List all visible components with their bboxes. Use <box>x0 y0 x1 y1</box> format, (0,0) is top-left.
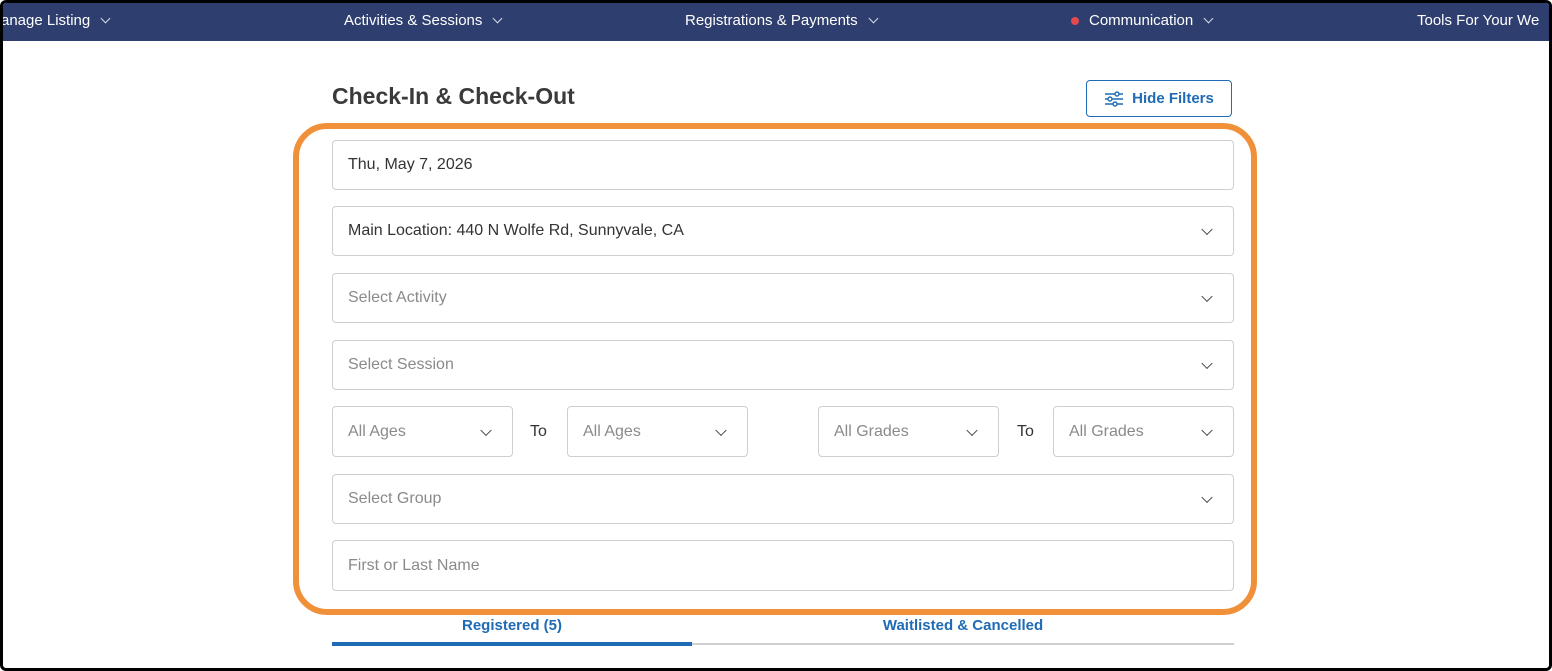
grade-to-label: To <box>1017 423 1034 440</box>
chevron-down-icon <box>966 424 978 436</box>
age-to-label: To <box>530 423 547 440</box>
location-select[interactable]: Main Location: 440 N Wolfe Rd, Sunnyvale… <box>332 206 1234 256</box>
status-tabs: Registered (5) Waitlisted & Cancelled <box>332 611 1234 647</box>
group-placeholder: Select Group <box>348 490 442 507</box>
age-from-select[interactable]: All Ages <box>332 406 513 457</box>
grade-from-value: All Grades <box>834 422 909 440</box>
nav-item-activities-sessions[interactable]: Activities & Sessions <box>344 12 503 29</box>
chevron-down-icon <box>100 13 111 24</box>
name-placeholder: First or Last Name <box>348 556 480 574</box>
location-value: Main Location: 440 N Wolfe Rd, Sunnyvale… <box>348 222 684 239</box>
active-tab-indicator <box>332 642 692 646</box>
tab-registered[interactable]: Registered (5) <box>332 611 692 641</box>
session-select[interactable]: Select Session <box>332 340 1234 390</box>
age-to-select[interactable]: All Ages <box>567 406 748 457</box>
age-to-value: All Ages <box>583 422 641 440</box>
chevron-down-icon <box>1201 357 1213 370</box>
session-placeholder: Select Session <box>348 356 454 373</box>
page-title: Check-In & Check-Out <box>332 83 575 109</box>
nav-item-communication[interactable]: Communication <box>1071 12 1214 29</box>
group-select[interactable]: Select Group <box>332 474 1234 524</box>
chevron-down-icon <box>480 424 492 436</box>
nav-item-tools[interactable]: Tools For Your We <box>1417 12 1539 29</box>
app-window: anage Listing Activities & Sessions Regi… <box>0 0 1552 671</box>
nav-item-label: Registrations & Payments <box>685 12 858 29</box>
chevron-down-icon <box>492 13 503 24</box>
chevron-down-icon <box>868 13 879 24</box>
nav-item-label: Activities & Sessions <box>344 12 483 29</box>
nav-item-label: Tools For Your We <box>1417 12 1540 29</box>
chevron-down-icon <box>1201 424 1213 436</box>
activity-select[interactable]: Select Activity <box>332 273 1234 323</box>
hide-filters-button[interactable]: Hide Filters <box>1086 80 1232 117</box>
grade-to-value: All Grades <box>1069 422 1144 440</box>
date-field[interactable]: Thu, May 7, 2026 <box>332 140 1234 190</box>
filter-sliders-icon <box>1105 90 1124 107</box>
top-navigation: anage Listing Activities & Sessions Regi… <box>3 3 1549 41</box>
chevron-down-icon <box>1203 13 1214 24</box>
nav-item-label: Communication <box>1089 12 1194 29</box>
tab-waitlisted-cancelled[interactable]: Waitlisted & Cancelled <box>783 611 1143 641</box>
chevron-down-icon <box>1201 290 1213 303</box>
chevron-down-icon <box>1201 491 1213 504</box>
nav-item-registrations-payments[interactable]: Registrations & Payments <box>685 12 879 29</box>
date-value: Thu, May 7, 2026 <box>348 156 473 173</box>
nav-item-label: anage Listing <box>1 12 91 29</box>
name-search-input[interactable]: First or Last Name <box>332 540 1234 591</box>
chevron-down-icon <box>715 424 727 436</box>
chevron-down-icon <box>1201 223 1213 236</box>
hide-filters-label: Hide Filters <box>1132 90 1214 107</box>
grade-to-select[interactable]: All Grades <box>1053 406 1234 457</box>
activity-placeholder: Select Activity <box>348 289 447 306</box>
nav-item-manage-listing[interactable]: anage Listing <box>1 12 111 29</box>
grade-from-select[interactable]: All Grades <box>818 406 999 457</box>
notification-dot-icon <box>1071 16 1079 25</box>
age-from-value: All Ages <box>348 422 406 440</box>
